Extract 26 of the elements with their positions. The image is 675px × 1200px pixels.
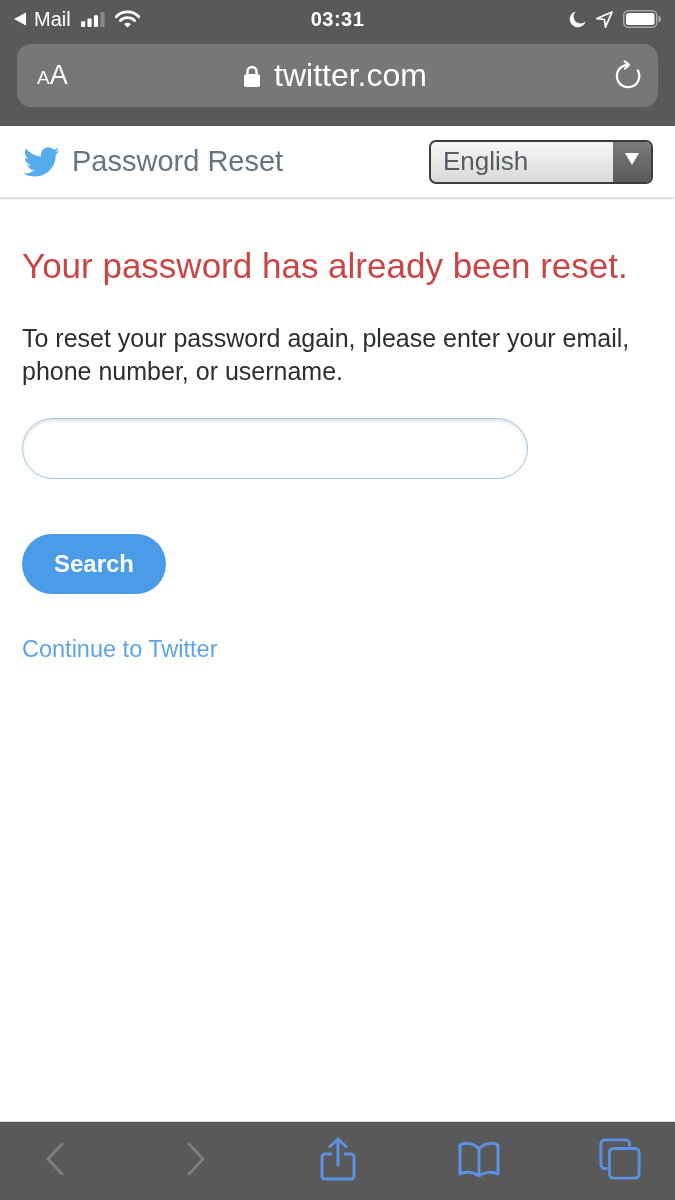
reload-icon[interactable] [614, 60, 642, 91]
language-select[interactable]: English [429, 139, 653, 184]
continue-link[interactable]: Continue to Twitter [22, 636, 218, 663]
caret-down-icon [625, 152, 639, 165]
moon-icon [569, 10, 586, 28]
bird-icon [22, 145, 60, 178]
battery-icon [623, 10, 661, 28]
back-triangle-icon [14, 12, 26, 26]
error-heading: Your password has already been reset. [22, 245, 628, 287]
instructions-text: To reset your password again, please enter your email, phone number, or username. [22, 323, 631, 387]
address-bar[interactable]: AA twitter.com [17, 44, 658, 107]
signal-icon [80, 11, 105, 27]
search-button[interactable]: Search [22, 534, 166, 594]
url-text: twitter.com [274, 57, 427, 94]
location-arrow-icon [596, 10, 613, 28]
share-icon [319, 1137, 356, 1181]
page-title: Password Reset [72, 145, 284, 178]
back-app-label[interactable]: Mail [34, 7, 71, 31]
book-icon [456, 1141, 501, 1177]
chevron-right-icon [187, 1142, 206, 1176]
tabs-button[interactable] [598, 1137, 642, 1181]
tabs-icon [599, 1138, 641, 1180]
chevron-left-icon [46, 1142, 64, 1176]
wifi-icon [114, 10, 140, 28]
clock-time: 03:31 [310, 7, 365, 31]
text-size-button[interactable]: AA [37, 60, 93, 91]
